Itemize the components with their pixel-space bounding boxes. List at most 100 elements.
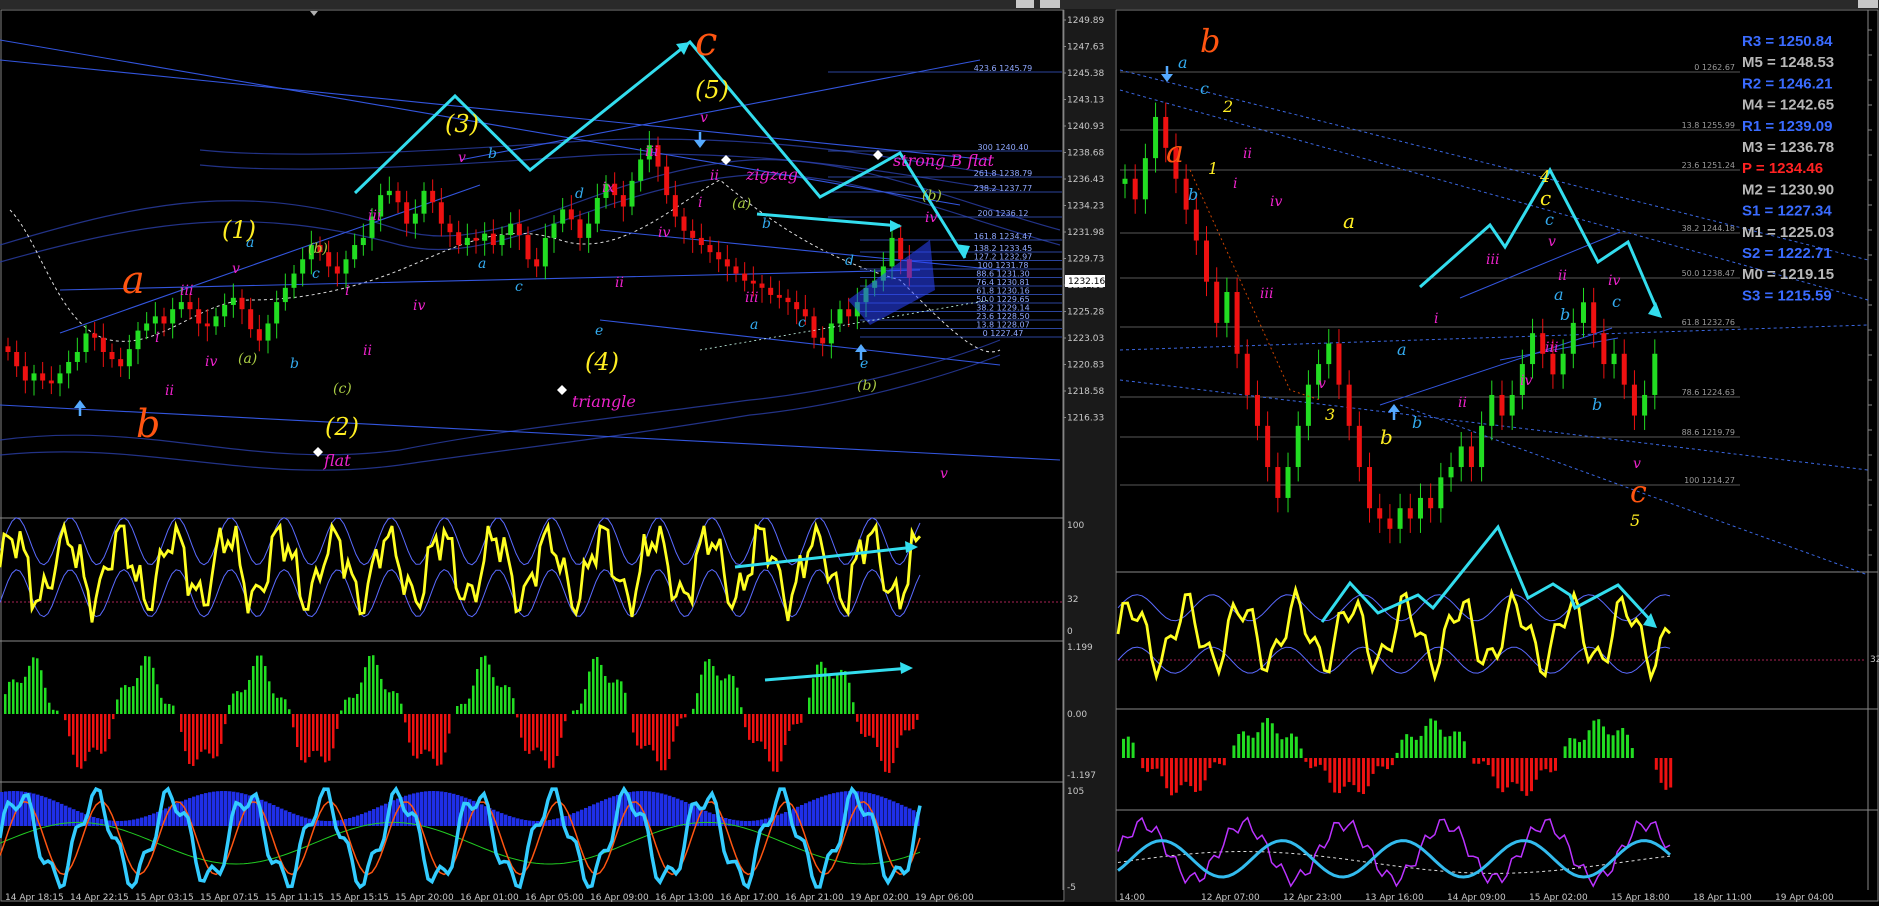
histogram-bar — [636, 714, 639, 746]
histogram-bar — [1280, 739, 1284, 758]
histogram-bar — [1371, 758, 1375, 774]
histogram-bar — [792, 714, 795, 725]
wave-label: i — [155, 330, 159, 346]
histogram-bar — [1342, 758, 1346, 787]
candle-body — [74, 351, 80, 362]
candle-body — [473, 237, 479, 241]
histogram-bar — [132, 686, 135, 714]
candle-body — [464, 237, 470, 246]
stoch-bar — [44, 797, 48, 826]
candle-body — [421, 190, 427, 214]
wave-label: iv — [1520, 373, 1532, 389]
stoch-bar — [132, 819, 136, 826]
maximize-icon[interactable] — [1016, 0, 1034, 8]
wave-label: a — [122, 258, 145, 302]
histogram-bar — [44, 687, 47, 714]
histogram-bar — [144, 656, 147, 714]
histogram-bar — [248, 679, 251, 714]
time-axis-label: 15 Apr 15:15 — [330, 893, 389, 902]
candle-body — [716, 252, 722, 260]
histogram-bar — [1285, 737, 1289, 758]
histogram-bar — [1491, 758, 1495, 777]
histogram-bar — [1434, 720, 1437, 758]
price-tick-label: 1231.98 — [1067, 228, 1104, 238]
wave-label: c — [1200, 79, 1209, 98]
candle-body — [785, 297, 791, 303]
stoch-bar — [92, 816, 96, 826]
candle-body — [534, 259, 540, 267]
price-tick-label: 1223.03 — [1067, 334, 1104, 344]
histogram-bar — [888, 714, 891, 773]
histogram-bar — [348, 697, 351, 714]
stoch-bar — [648, 791, 652, 826]
histogram-bar — [108, 714, 111, 740]
candle-body — [126, 349, 132, 367]
stoch-bar — [776, 815, 780, 826]
fib-level-label: 78.6 1224.63 — [1682, 388, 1735, 397]
candle-body — [898, 237, 904, 260]
stoch-bar — [360, 814, 364, 826]
histogram-bar — [164, 703, 167, 714]
histogram-bar — [1626, 734, 1629, 758]
histogram-bar — [1395, 752, 1399, 758]
wave-label: a — [1554, 285, 1564, 304]
stoch-bar — [908, 808, 912, 826]
histogram-bar — [748, 714, 751, 740]
price-tick-label: 1243.13 — [1067, 96, 1104, 106]
histogram-bar — [516, 714, 519, 718]
candle-body — [828, 323, 834, 344]
histogram-bar — [336, 714, 339, 729]
wave-label: c — [1630, 475, 1647, 510]
stoch-bar — [236, 792, 240, 826]
stoch-bar — [448, 792, 452, 826]
histogram-bar — [840, 669, 843, 714]
stoch-bar — [740, 820, 744, 826]
stoch-bar — [328, 820, 332, 826]
histogram-bar — [864, 714, 867, 737]
histogram-bar — [1213, 758, 1217, 763]
wave-label: triangle — [572, 392, 636, 411]
wave-label: iv — [1270, 194, 1282, 210]
histogram-bar — [252, 666, 255, 714]
stoch-bar — [636, 791, 640, 826]
histogram-bar — [392, 691, 395, 714]
candle-body — [239, 297, 245, 310]
histogram-bar — [232, 693, 235, 714]
histogram-bar — [564, 714, 567, 722]
close-icon[interactable] — [1040, 0, 1060, 8]
histogram-bar — [684, 714, 687, 718]
stoch-bar — [888, 799, 892, 826]
histogram-bar — [616, 679, 619, 714]
stoch-bar — [588, 806, 592, 826]
histogram-bar — [36, 658, 39, 714]
candle-body — [300, 259, 306, 274]
wave-label: v — [700, 110, 708, 126]
chart-canvas[interactable]: 423.6 1245.79300 1240.40261.8 1238.79238… — [0, 0, 1879, 903]
histogram-bar — [1170, 758, 1173, 796]
stoch-bar — [500, 813, 504, 826]
histogram-bar — [1338, 758, 1341, 794]
price-tick-label: 1229.73 — [1067, 255, 1104, 265]
candle-body — [542, 237, 548, 267]
histogram-bar — [456, 705, 459, 714]
histogram-bar — [504, 685, 507, 714]
histogram-bar — [528, 714, 531, 754]
candle-body — [707, 245, 713, 253]
histogram-bar — [180, 714, 183, 732]
histogram-bar — [848, 682, 851, 714]
time-axis-label: 16 Apr 13:00 — [655, 893, 714, 902]
histogram-bar — [364, 667, 367, 714]
histogram-bar — [156, 684, 159, 714]
stoch-bar — [420, 791, 424, 826]
candle-body — [1356, 425, 1362, 468]
stoch-bar — [424, 791, 428, 826]
right-close-icon[interactable] — [1858, 0, 1878, 8]
histogram-bar — [536, 714, 539, 748]
histogram-bar — [436, 714, 439, 766]
candle-body — [837, 309, 843, 324]
histogram-bar — [1323, 758, 1327, 771]
histogram-bar — [860, 714, 863, 734]
wave-label: b — [1412, 413, 1422, 432]
histogram-bar — [716, 675, 719, 714]
candle-body — [1336, 343, 1342, 385]
